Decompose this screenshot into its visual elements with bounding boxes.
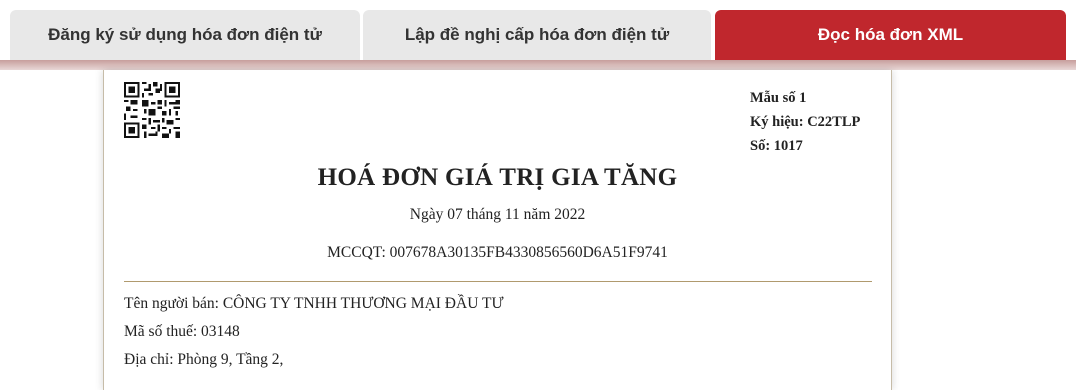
invoice-number: Số: 1017 [750, 138, 803, 154]
form-number: Mẫu số 1 [750, 90, 807, 106]
seller-address: Địa chỉ: Phòng 9, Tầng 2, [124, 351, 284, 368]
tab-bar: Đăng ký sử dụng hóa đơn điện tử Lập đề n… [0, 0, 1076, 70]
tab-label: Đọc hóa đơn XML [817, 25, 964, 44]
tab-read-xml-invoice[interactable]: Đọc hóa đơn XML [715, 10, 1066, 60]
invoice-symbol: Ký hiệu: C22TLP [750, 114, 861, 130]
tab-underline [0, 60, 1076, 70]
invoice-meta: Mẫu số 1 Ký hiệu: C22TLP Số: 1017 [750, 86, 860, 158]
divider [124, 281, 872, 282]
invoice-document: Mẫu số 1 Ký hiệu: C22TLP Số: 1017 HOÁ ĐƠ… [103, 70, 892, 390]
tab-label: Lập đề nghị cấp hóa đơn điện tử [404, 25, 670, 44]
seller-tax-code: Mã số thuế: 03148 [124, 323, 240, 340]
seller-name: Tên người bán: CÔNG TY TNHH THƯƠNG MẠI Đ… [124, 295, 504, 312]
seller-info: Tên người bán: CÔNG TY TNHH THƯƠNG MẠI Đ… [124, 290, 503, 374]
tab-label: Đăng ký sử dụng hóa đơn điện tử [48, 25, 322, 44]
tab-register-einvoice[interactable]: Đăng ký sử dụng hóa đơn điện tử [10, 10, 360, 60]
invoice-date: Ngày 07 tháng 11 năm 2022 [409, 206, 586, 223]
invoice-mccqt: MCCQT: 007678A30135FB4330856560D6A51F974… [327, 244, 668, 261]
qr-code-icon [124, 82, 180, 138]
invoice-title: HOÁ ĐƠN GIÁ TRỊ GIA TĂNG [317, 164, 678, 191]
tab-request-einvoice[interactable]: Lập đề nghị cấp hóa đơn điện tử [363, 10, 711, 60]
